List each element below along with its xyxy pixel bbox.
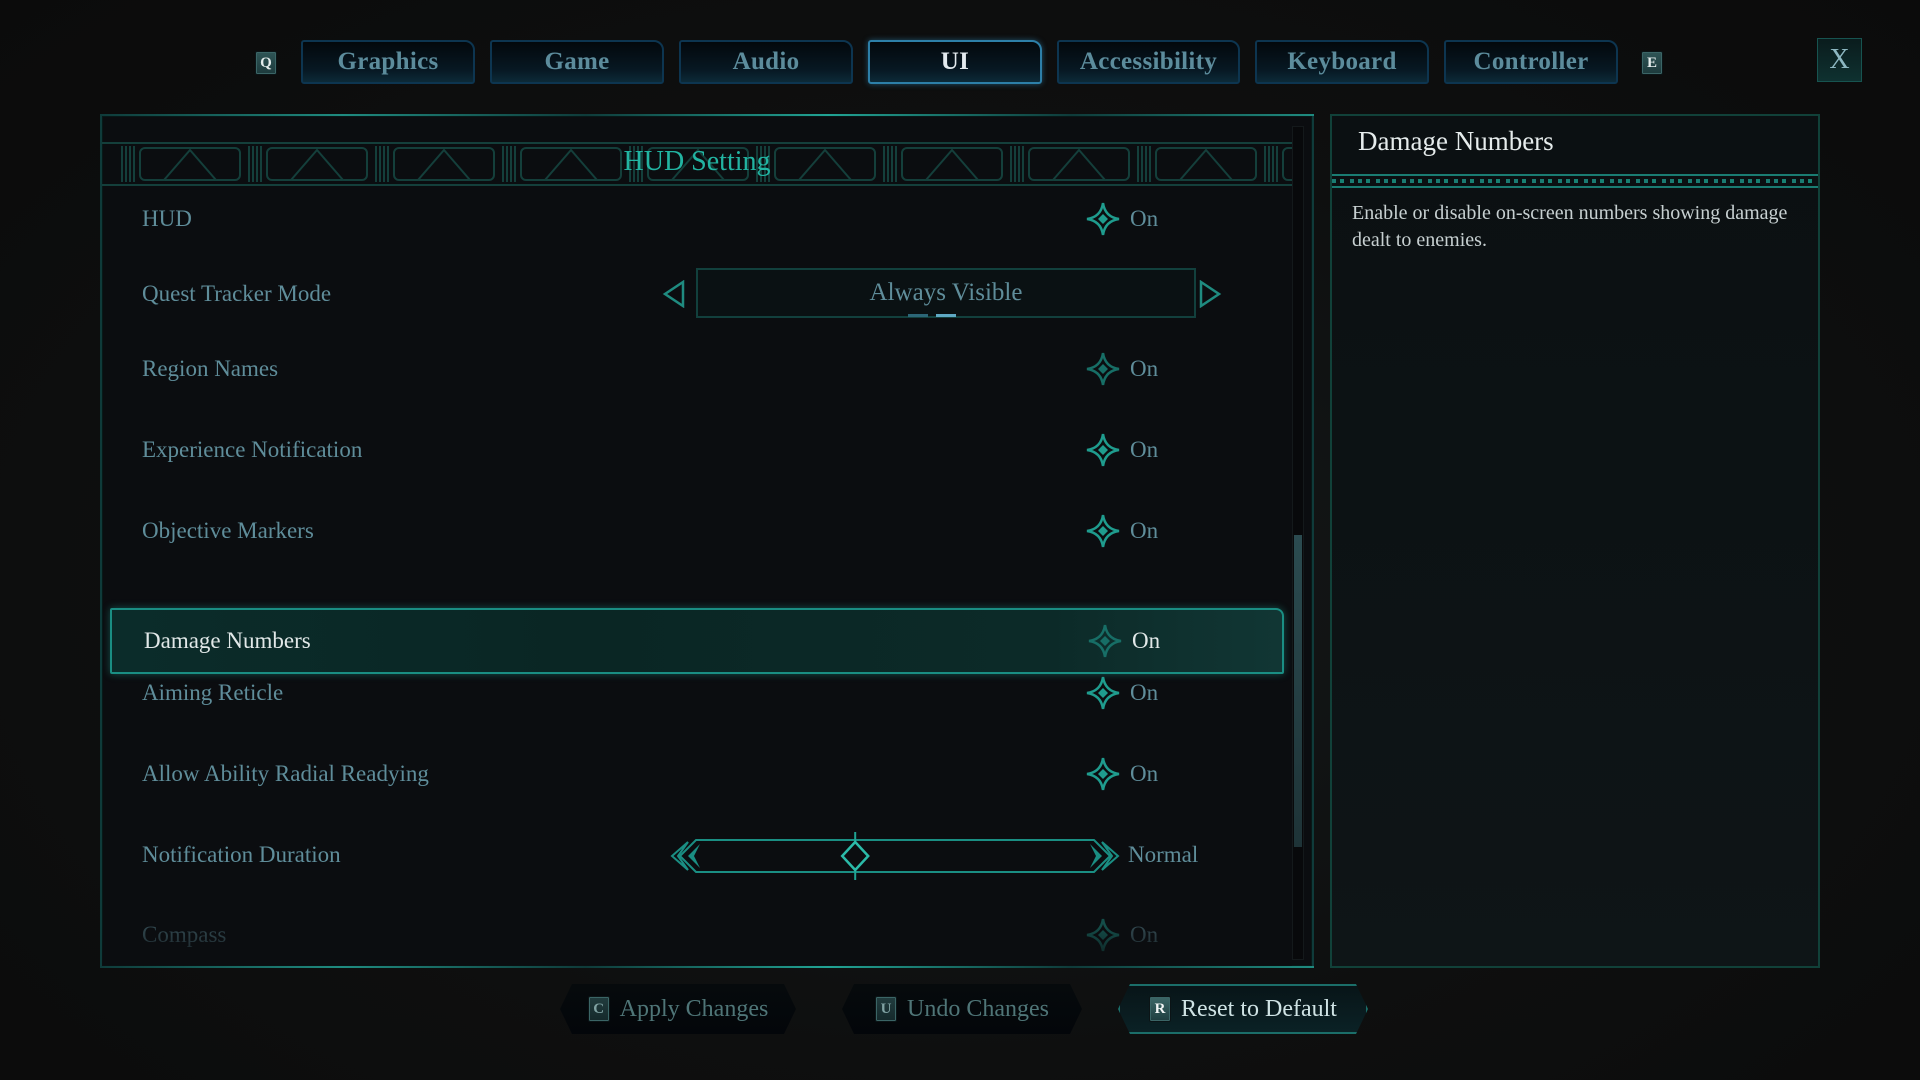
description-divider — [1332, 174, 1818, 188]
setting-row-experience-notification[interactable]: Experience Notification On — [108, 417, 1282, 483]
key-hint-r: R — [1149, 996, 1171, 1022]
objective-markers-toggle[interactable]: On — [1084, 512, 1158, 550]
diamond-toggle-icon — [1086, 918, 1120, 952]
tab-accessibility[interactable]: Accessibility — [1057, 40, 1240, 84]
close-icon: X — [1829, 44, 1850, 75]
toggle-value: On — [1130, 356, 1159, 381]
setting-row-allow-ability-radial-readying[interactable]: Allow Ability Radial Readying On — [108, 741, 1282, 807]
description-title: Damage Numbers — [1358, 126, 1554, 156]
setting-label: Compass — [142, 922, 227, 947]
toggle-value: On — [1130, 437, 1159, 462]
setting-row-notification-duration[interactable]: Notification Duration Normal — [108, 822, 1282, 888]
setting-row-region-names[interactable]: Region Names On — [108, 336, 1282, 402]
ability-radial-toggle[interactable]: On — [1084, 755, 1158, 793]
tab-graphics[interactable]: Graphics — [301, 40, 475, 84]
diamond-toggle-icon — [1086, 202, 1120, 236]
key-hint-c: C — [588, 996, 610, 1022]
toggle-value: On — [1130, 922, 1159, 947]
setting-row-compass[interactable]: Compass On — [108, 902, 1282, 968]
toggle-value: On — [1130, 206, 1159, 231]
damage-numbers-toggle[interactable]: On — [1086, 622, 1160, 660]
toggle-value: On — [1132, 628, 1161, 653]
key-hint-u: U — [875, 996, 897, 1022]
setting-label: Aiming Reticle — [142, 680, 284, 705]
close-button[interactable]: X — [1817, 38, 1862, 82]
apply-changes-button[interactable]: C Apply Changes — [560, 984, 796, 1034]
hud-toggle[interactable]: On — [1084, 200, 1158, 238]
setting-label: Allow Ability Radial Readying — [142, 761, 429, 786]
diamond-toggle-icon — [1086, 757, 1120, 791]
setting-label: Region Names — [142, 356, 279, 381]
region-names-toggle[interactable]: On — [1084, 350, 1158, 388]
tab-ui[interactable]: UI — [868, 40, 1042, 84]
option-dot-active — [936, 314, 956, 317]
settings-panel: HUD Setting HUD On Quest Tracker Mode Al… — [100, 114, 1314, 968]
undo-changes-button[interactable]: U Undo Changes — [842, 984, 1082, 1034]
reset-to-default-button[interactable]: R Reset to Default — [1118, 984, 1368, 1034]
setting-row-quest-tracker-mode[interactable]: Quest Tracker Mode Always Visible — [108, 252, 1282, 336]
section-title: HUD Setting — [623, 146, 771, 177]
diamond-toggle-icon — [1086, 514, 1120, 548]
setting-label: Damage Numbers — [144, 628, 311, 653]
arrow-left-icon[interactable] — [662, 280, 686, 308]
aiming-reticle-toggle[interactable]: On — [1084, 674, 1158, 712]
diamond-toggle-icon — [1086, 433, 1120, 467]
setting-label: Quest Tracker Mode — [142, 281, 332, 306]
button-label: Undo Changes — [907, 995, 1049, 1022]
toggle-value: On — [1130, 518, 1159, 543]
setting-label: Notification Duration — [142, 842, 341, 867]
scrollbar[interactable] — [1292, 126, 1304, 960]
diamond-toggle-icon — [1086, 676, 1120, 710]
description-panel: Damage Numbers Enable or disable on-scre… — [1330, 114, 1820, 968]
arrow-right-icon[interactable] — [1198, 280, 1222, 308]
setting-row-aiming-reticle[interactable]: Aiming Reticle On — [108, 660, 1282, 726]
scrollbar-thumb[interactable] — [1294, 535, 1302, 847]
notification-duration-slider[interactable] — [666, 830, 1124, 882]
slider-value: Normal — [1128, 842, 1199, 867]
button-label: Apply Changes — [619, 995, 769, 1022]
settings-tab-bar: Q Graphics Game Audio UI Accessibility K… — [0, 40, 1920, 86]
compass-toggle[interactable]: On — [1084, 916, 1158, 954]
tab-controller[interactable]: Controller — [1444, 40, 1618, 84]
selector-value: Always Visible — [696, 268, 1196, 318]
toggle-value: On — [1130, 680, 1159, 705]
quest-tracker-selector[interactable]: Always Visible — [662, 252, 1222, 336]
description-text: Enable or disable on-screen numbers show… — [1352, 202, 1788, 251]
setting-row-hud[interactable]: HUD On — [108, 186, 1282, 252]
action-bar: C Apply Changes U Undo Changes R Reset t… — [0, 984, 1920, 1036]
section-header: HUD Setting — [102, 142, 1292, 186]
setting-label: Experience Notification — [142, 437, 363, 462]
setting-label: Objective Markers — [142, 518, 314, 543]
prev-tab-key-hint[interactable]: Q — [255, 51, 277, 75]
button-label: Reset to Default — [1181, 995, 1337, 1022]
tab-audio[interactable]: Audio — [679, 40, 853, 84]
experience-notification-toggle[interactable]: On — [1084, 431, 1158, 469]
tab-game[interactable]: Game — [490, 40, 664, 84]
option-indicator — [908, 314, 956, 317]
diamond-toggle-icon — [1088, 624, 1122, 658]
setting-label: HUD — [142, 206, 192, 231]
tab-keyboard[interactable]: Keyboard — [1255, 40, 1429, 84]
next-tab-key-hint[interactable]: E — [1641, 51, 1663, 75]
option-dot — [908, 314, 928, 317]
toggle-value: On — [1130, 761, 1159, 786]
setting-row-objective-markers[interactable]: Objective Markers On — [108, 498, 1282, 564]
diamond-toggle-icon — [1086, 352, 1120, 386]
